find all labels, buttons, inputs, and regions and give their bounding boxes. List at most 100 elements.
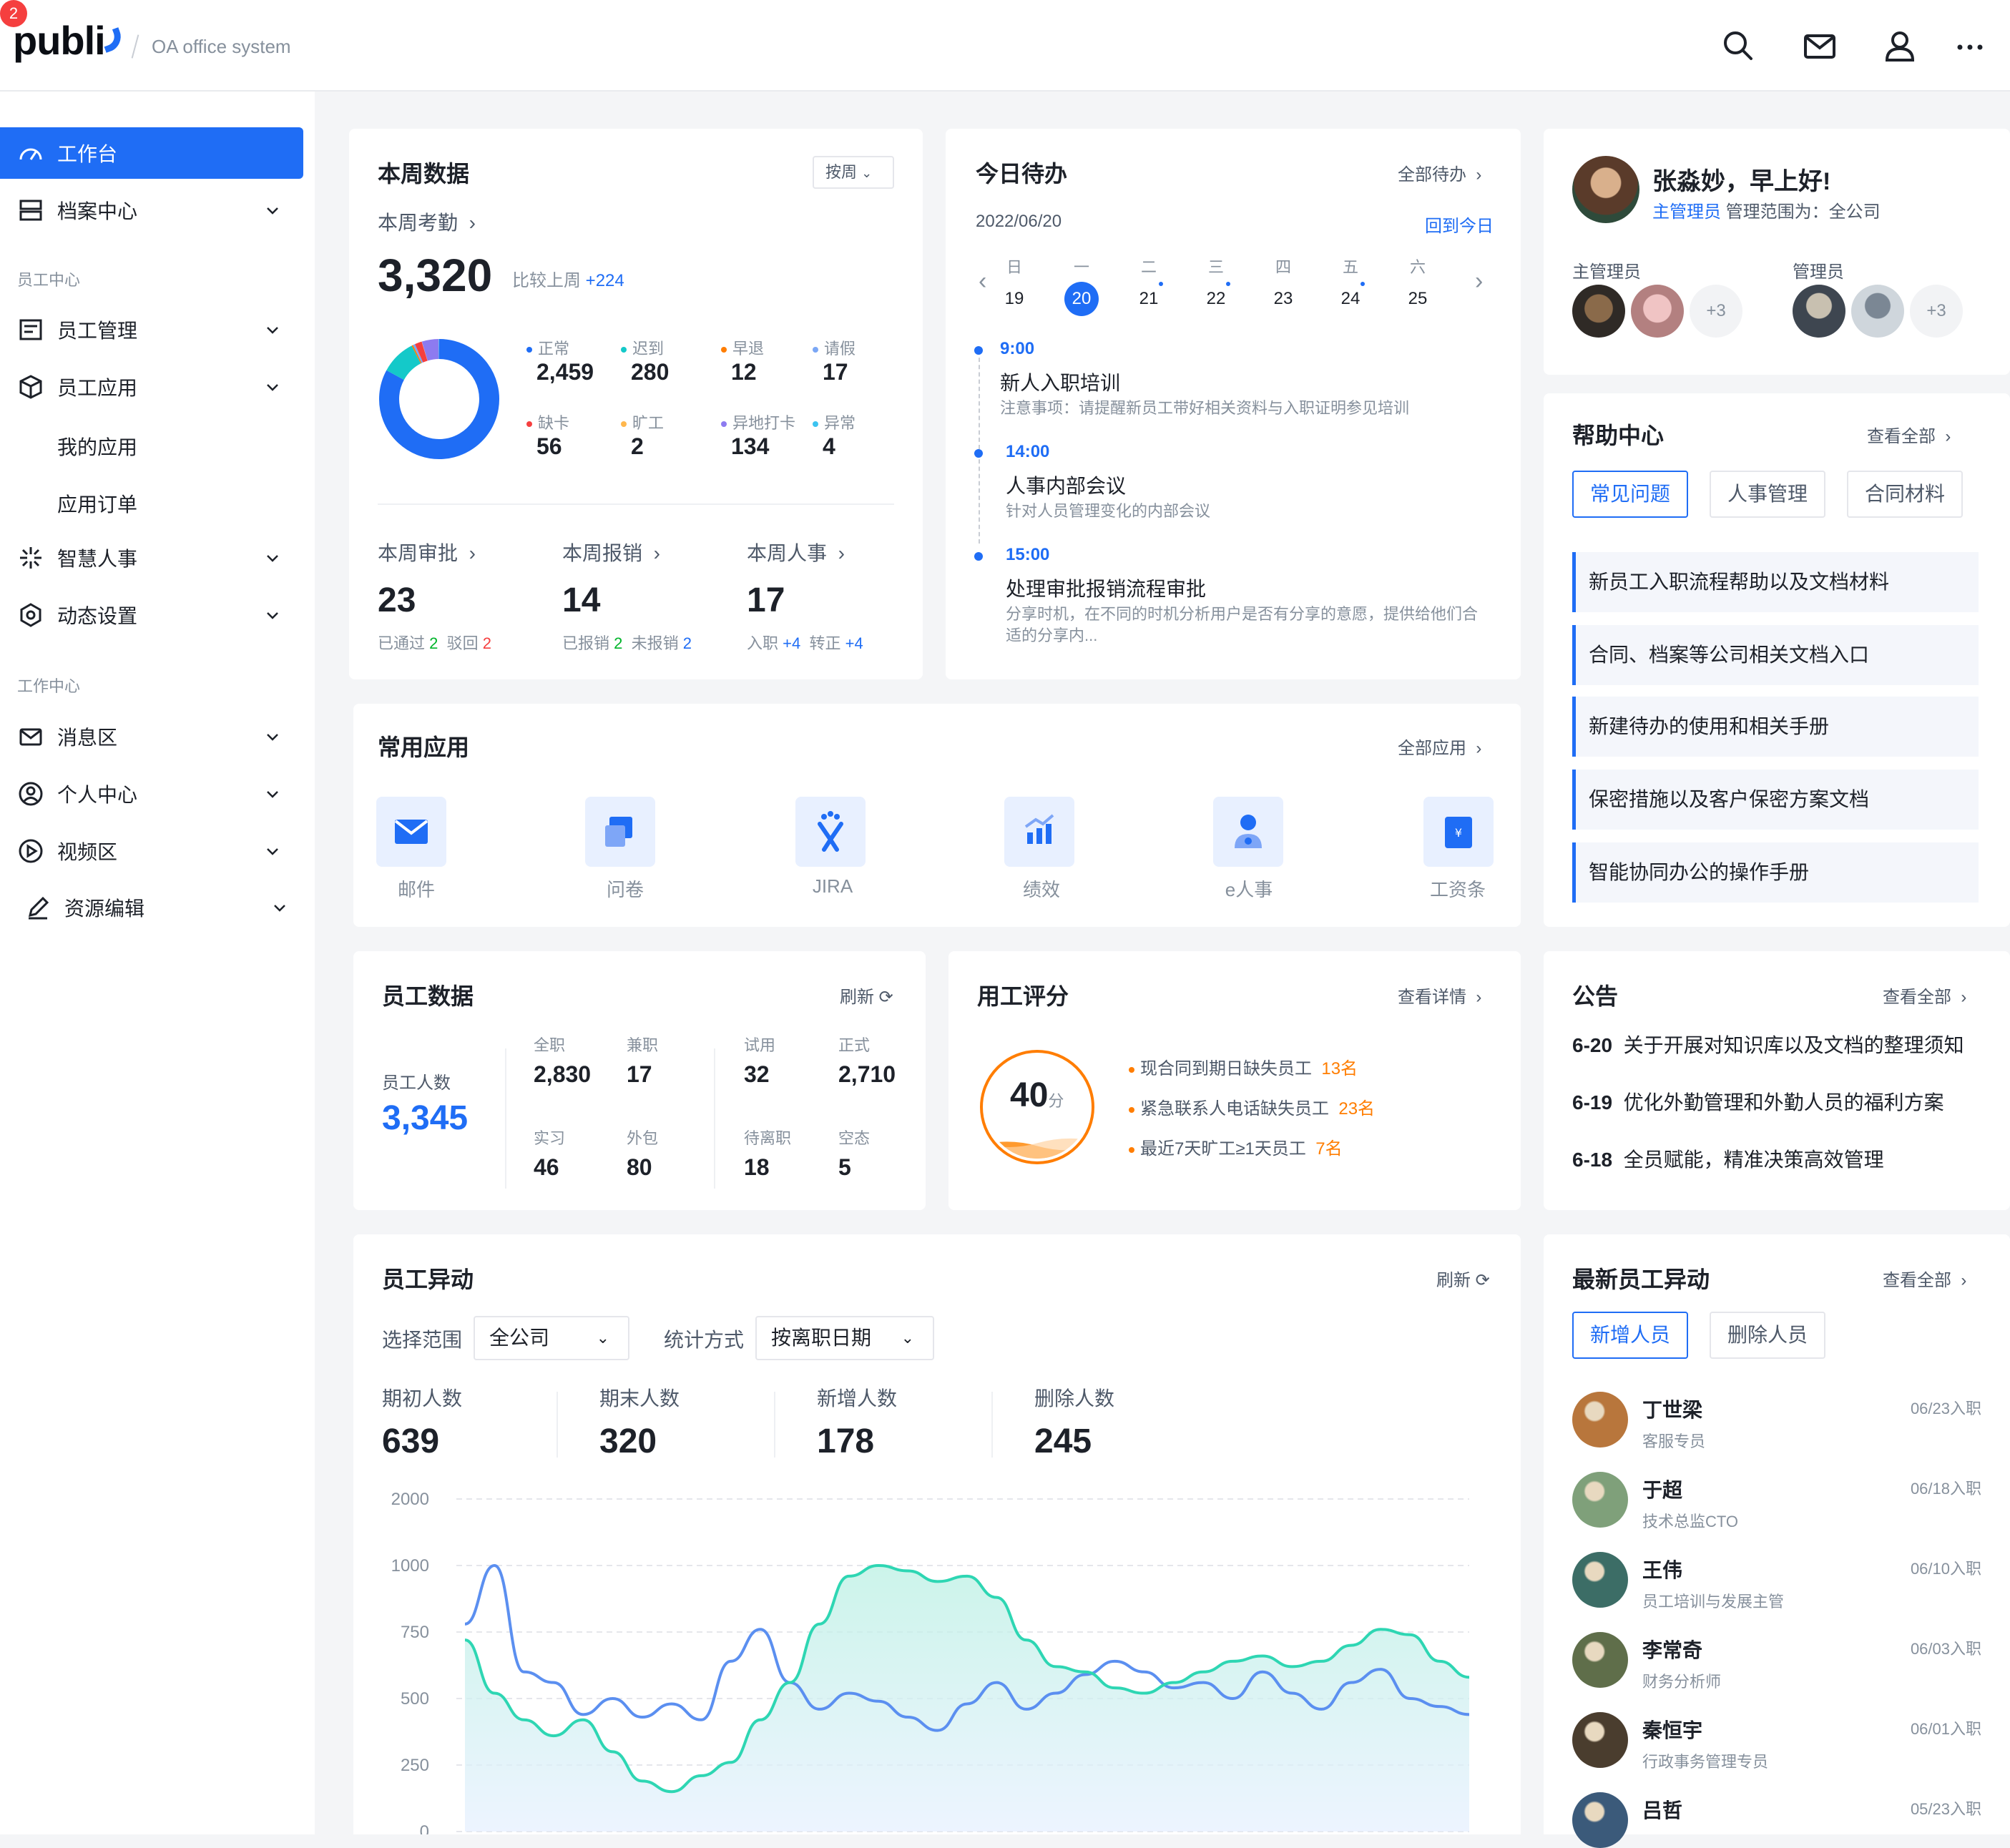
- sidebar-item-resource-edit[interactable]: 资源编辑: [7, 882, 310, 933]
- user-icon[interactable]: [1878, 24, 1921, 67]
- range-select[interactable]: 按周 ⌄: [813, 156, 894, 189]
- help-tab-faq[interactable]: 常见问题: [1572, 471, 1688, 518]
- mail-icon[interactable]: [1798, 24, 1841, 67]
- next-week-arrow[interactable]: ›: [1475, 267, 1483, 295]
- sidebar-item-video[interactable]: 视频区: [0, 825, 303, 877]
- calendar-day[interactable]: 19: [997, 282, 1031, 316]
- calendar-day[interactable]: 22: [1199, 282, 1233, 316]
- notice-item[interactable]: 6-20 关于开展对知识库以及文档的整理须知: [1572, 1030, 1964, 1058]
- recent-view-all[interactable]: 查看全部 ›: [1883, 1266, 1966, 1291]
- help-tab-contracts[interactable]: 合同材料: [1847, 471, 1963, 518]
- stat-value: 17: [823, 359, 848, 385]
- app-logo[interactable]: publi: [13, 17, 122, 64]
- person-name[interactable]: 李常奇: [1642, 1635, 1702, 1663]
- method-select[interactable]: 按离职日期⌄: [755, 1316, 934, 1360]
- tab-removed-employees[interactable]: 删除人员: [1710, 1312, 1825, 1359]
- score-issue[interactable]: 现合同到期日缺失员工 13名: [1129, 1054, 1358, 1079]
- person-name[interactable]: 王伟: [1642, 1555, 1682, 1583]
- refresh-button[interactable]: 刷新 ⟳: [1436, 1266, 1490, 1291]
- stat-value: 56: [536, 433, 562, 460]
- all-todo-link[interactable]: 全部待办 ›: [1398, 160, 1481, 185]
- more-icon[interactable]: [1948, 24, 1991, 67]
- score-detail-link[interactable]: 查看详情 ›: [1398, 983, 1481, 1008]
- calendar-day[interactable]: 21: [1132, 282, 1166, 316]
- notice-item[interactable]: 6-18 全员赋能，精准决策高效管理: [1572, 1144, 1884, 1173]
- admin-avatar[interactable]: [1793, 285, 1845, 338]
- person-name[interactable]: 吕哲: [1642, 1795, 1682, 1824]
- person-date: 05/23入职: [1873, 1797, 1981, 1819]
- person-avatar[interactable]: [1572, 1392, 1628, 1448]
- sidebar: 工作台 档案中心 员工中心 员工管理 员工应用 我的应用 应用订单 智慧人事 动…: [0, 92, 315, 1834]
- back-today-link[interactable]: 回到今日: [1425, 212, 1494, 237]
- sidebar-item-dynamic-settings[interactable]: 动态设置: [0, 589, 303, 641]
- score-issue[interactable]: 最近7天旷工≥1天员工 7名: [1129, 1134, 1343, 1159]
- sidebar-item-employee-apps[interactable]: 员工应用: [0, 361, 303, 413]
- calendar-day[interactable]: 23: [1266, 282, 1300, 316]
- summary-link[interactable]: 本周人事 ›: [747, 538, 845, 566]
- notice-view-all[interactable]: 查看全部 ›: [1883, 983, 1966, 1008]
- help-tab-hr[interactable]: 人事管理: [1710, 471, 1825, 518]
- calendar-day[interactable]: 25: [1401, 282, 1435, 316]
- cell-value: 32: [744, 1061, 770, 1088]
- more-admins[interactable]: +3: [1910, 285, 1963, 338]
- help-item[interactable]: 合同、档案等公司相关文档入口: [1572, 625, 1979, 685]
- score-issue[interactable]: 紧急联系人电话缺失员工 23名: [1129, 1094, 1375, 1119]
- help-view-all[interactable]: 查看全部 ›: [1867, 422, 1951, 447]
- person-avatar[interactable]: [1572, 1792, 1628, 1848]
- total-label: 员工人数: [382, 1068, 451, 1093]
- sidebar-item-employee-management[interactable]: 员工管理: [0, 304, 303, 355]
- sidebar-subitem-app-orders[interactable]: 应用订单: [57, 489, 137, 518]
- app-payslip[interactable]: ¥: [1423, 797, 1494, 867]
- sidebar-item-archive[interactable]: 档案中心: [0, 185, 303, 236]
- summary-link[interactable]: 本周报销 ›: [562, 538, 660, 566]
- admin-avatar[interactable]: [1851, 285, 1904, 338]
- more-admins[interactable]: +3: [1690, 285, 1742, 338]
- card-title: 最新员工异动: [1572, 1262, 1710, 1294]
- user-avatar[interactable]: [1572, 156, 1639, 223]
- prev-week-arrow[interactable]: ‹: [979, 267, 986, 295]
- refresh-button[interactable]: 刷新 ⟳: [840, 983, 893, 1008]
- app-survey[interactable]: [585, 797, 655, 867]
- person-avatar[interactable]: [1572, 1712, 1628, 1768]
- help-item[interactable]: 保密措施以及客户保密方案文档: [1572, 770, 1979, 830]
- tab-new-employees[interactable]: 新增人员: [1572, 1312, 1688, 1359]
- person-avatar[interactable]: [1572, 1552, 1628, 1608]
- sidebar-item-workbench[interactable]: 工作台: [0, 127, 303, 179]
- calendar-day[interactable]: 24: [1333, 282, 1368, 316]
- search-icon[interactable]: [1717, 24, 1760, 67]
- person-avatar[interactable]: [1572, 1472, 1628, 1528]
- sidebar-item-personal-center[interactable]: 个人中心: [0, 768, 303, 820]
- notice-item[interactable]: 6-19 优化外勤管理和外勤人员的福利方案: [1572, 1087, 1944, 1116]
- app-mail[interactable]: [376, 797, 446, 867]
- weekly-data-card: 本周数据 按周 ⌄ 本周考勤 › 3,320 比较上周 +224 正常2,459…: [349, 129, 923, 679]
- chevron-down-icon: [270, 898, 289, 917]
- summary-link[interactable]: 本周审批 ›: [378, 538, 476, 566]
- help-item[interactable]: 智能协同办公的操作手册: [1572, 842, 1979, 903]
- person-avatar[interactable]: [1572, 1632, 1628, 1688]
- app-performance[interactable]: [1004, 797, 1074, 867]
- person-name[interactable]: 丁世梁: [1642, 1395, 1702, 1423]
- help-item[interactable]: 新员工入职流程帮助以及文档材料: [1572, 552, 1979, 612]
- person-name[interactable]: 于超: [1642, 1475, 1682, 1503]
- event-description: 分享时机，在不同的时机分析用户是否有分享的意愿，提供给他们合适的分享内...: [1006, 604, 1492, 647]
- app-ehr[interactable]: [1213, 797, 1283, 867]
- sidebar-item-label: 员工应用: [57, 373, 263, 401]
- admin-avatar[interactable]: [1572, 285, 1625, 338]
- app-subtitle: OA office system: [152, 36, 291, 58]
- event-title[interactable]: 人事内部会议: [1006, 471, 1126, 499]
- score-value: 40分: [1010, 1076, 1064, 1115]
- attendance-link[interactable]: 本周考勤 ›: [378, 207, 476, 236]
- calendar-day[interactable]: 20: [1064, 282, 1099, 316]
- change-stat-label: 新增人数: [817, 1383, 897, 1412]
- admin-avatar[interactable]: [1631, 285, 1684, 338]
- sidebar-item-messages[interactable]: 消息区: [0, 711, 303, 762]
- all-apps-link[interactable]: 全部应用 ›: [1398, 734, 1481, 759]
- app-jira[interactable]: [795, 797, 866, 867]
- person-name[interactable]: 秦恒宇: [1642, 1715, 1702, 1744]
- scope-select[interactable]: 全公司⌄: [474, 1316, 629, 1360]
- help-item[interactable]: 新建待办的使用和相关手册: [1572, 697, 1979, 757]
- sidebar-subitem-my-apps[interactable]: 我的应用: [57, 432, 137, 461]
- event-title[interactable]: 新人入职培训: [1000, 368, 1120, 396]
- sidebar-item-smart-hr[interactable]: 智慧人事: [0, 532, 303, 584]
- event-title[interactable]: 处理审批报销流程审批: [1006, 574, 1206, 602]
